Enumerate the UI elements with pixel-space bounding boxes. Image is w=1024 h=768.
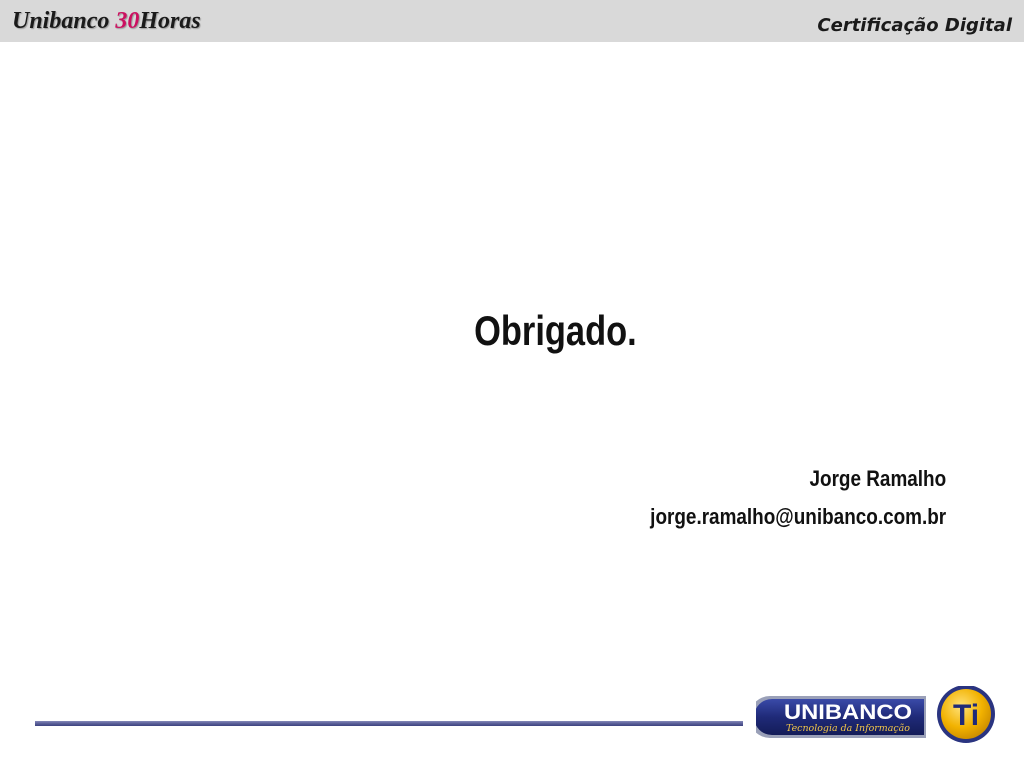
header-band: Unibanco 30Horas Certificação Digital bbox=[0, 0, 1024, 42]
logo-tagline: Tecnologia da Informação bbox=[786, 723, 911, 734]
slide-title: Obrigado. bbox=[474, 307, 637, 354]
brand-prefix: Unibanco bbox=[12, 8, 116, 34]
slide: Unibanco 30Horas Certificação Digital Ob… bbox=[0, 0, 1024, 768]
contact-block: Jorge Ramalho jorge.ramalho@unibanco.com… bbox=[602, 460, 946, 536]
contact-name: Jorge Ramalho bbox=[809, 466, 946, 491]
brand-number: 30 bbox=[115, 8, 140, 34]
logo-wordmark: UNIBANCO bbox=[784, 701, 912, 724]
footer-divider bbox=[35, 721, 743, 726]
section-title: Certificação Digital bbox=[817, 15, 1012, 36]
unibanco-ti-logo: UNIBANCO Tecnologia da Informação Ti bbox=[756, 686, 995, 743]
contact-email: jorge.ramalho@unibanco.com.br bbox=[650, 504, 946, 529]
brand-title: Unibanco 30Horas bbox=[12, 6, 201, 36]
logo-badge-text: Ti bbox=[953, 699, 979, 732]
brand-suffix: Horas bbox=[139, 8, 201, 34]
